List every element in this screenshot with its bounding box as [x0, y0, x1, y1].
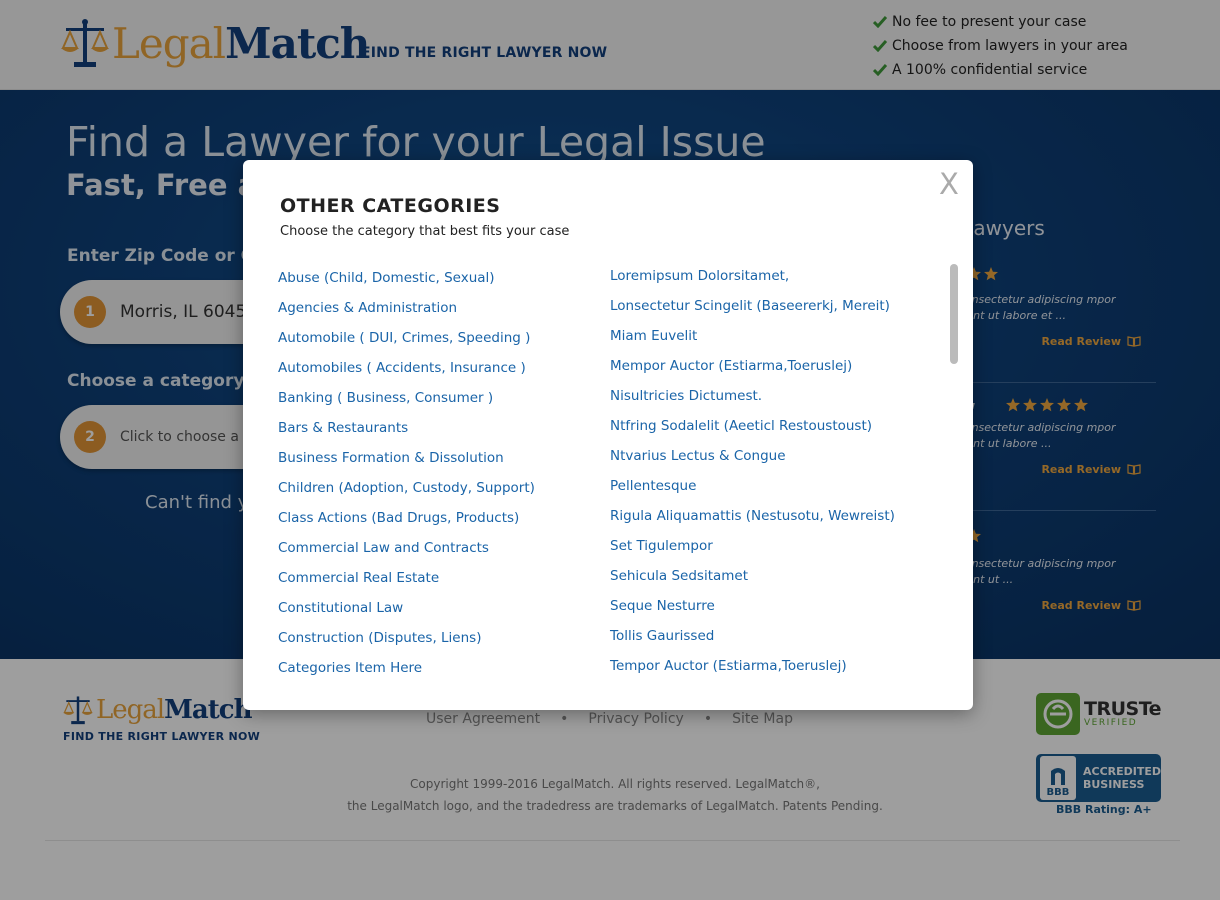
- category-item[interactable]: Commercial Real Estate: [278, 570, 535, 600]
- category-item[interactable]: Agencies & Administration: [278, 300, 535, 330]
- category-item[interactable]: Bars & Restaurants: [278, 420, 535, 450]
- category-item[interactable]: Loremipsum Dolorsitamet,: [610, 268, 895, 298]
- category-item[interactable]: Tollis Gaurissed: [610, 628, 895, 658]
- other-categories-modal: X OTHER CATEGORIES Choose the category t…: [243, 160, 973, 710]
- category-item[interactable]: Automobiles ( Accidents, Insurance ): [278, 360, 535, 390]
- category-item[interactable]: Commercial Law and Contracts: [278, 540, 535, 570]
- modal-scrollbar[interactable]: [950, 264, 958, 694]
- category-item[interactable]: Construction (Disputes, Liens): [278, 630, 535, 660]
- category-item[interactable]: Banking ( Business, Consumer ): [278, 390, 535, 420]
- category-item[interactable]: Abuse (Child, Domestic, Sexual): [278, 270, 535, 300]
- modal-title: OTHER CATEGORIES: [280, 195, 501, 217]
- close-icon[interactable]: X: [939, 170, 959, 199]
- category-item[interactable]: Automobile ( DUI, Crimes, Speeding ): [278, 330, 535, 360]
- category-item[interactable]: Tempor Auctor (Estiarma,Toeruslej): [610, 658, 895, 688]
- category-item[interactable]: Mempor Auctor (Estiarma,Toeruslej): [610, 358, 895, 388]
- category-item[interactable]: Class Actions (Bad Drugs, Products): [278, 510, 535, 540]
- category-item[interactable]: Business Formation & Dissolution: [278, 450, 535, 480]
- category-item[interactable]: Constitutional Law: [278, 600, 535, 630]
- category-item[interactable]: Miam Euvelit: [610, 328, 895, 358]
- category-item[interactable]: Pellentesque: [610, 478, 895, 508]
- category-item[interactable]: Sehicula Sedsitamet: [610, 568, 895, 598]
- scrollbar-thumb[interactable]: [950, 264, 958, 364]
- category-item[interactable]: Ntvarius Lectus & Congue: [610, 448, 895, 478]
- category-list-right: Loremipsum Dolorsitamet, Lonsectetur Sci…: [610, 268, 895, 688]
- category-item[interactable]: Lonsectetur Scingelit (Baseererkj, Merei…: [610, 298, 895, 328]
- category-item[interactable]: Seque Nesturre: [610, 598, 895, 628]
- modal-subtitle: Choose the category that best fits your …: [280, 224, 570, 239]
- category-item[interactable]: Rigula Aliquamattis (Nestusotu, Wewreist…: [610, 508, 895, 538]
- category-item[interactable]: Categories Item Here: [278, 660, 535, 690]
- category-item[interactable]: Ntfring Sodalelit (Aeeticl Restoustoust): [610, 418, 895, 448]
- category-item[interactable]: Children (Adoption, Custody, Support): [278, 480, 535, 510]
- category-item[interactable]: Nisultricies Dictumest.: [610, 388, 895, 418]
- category-list-left: Abuse (Child, Domestic, Sexual) Agencies…: [278, 270, 535, 690]
- category-item[interactable]: Set Tigulempor: [610, 538, 895, 568]
